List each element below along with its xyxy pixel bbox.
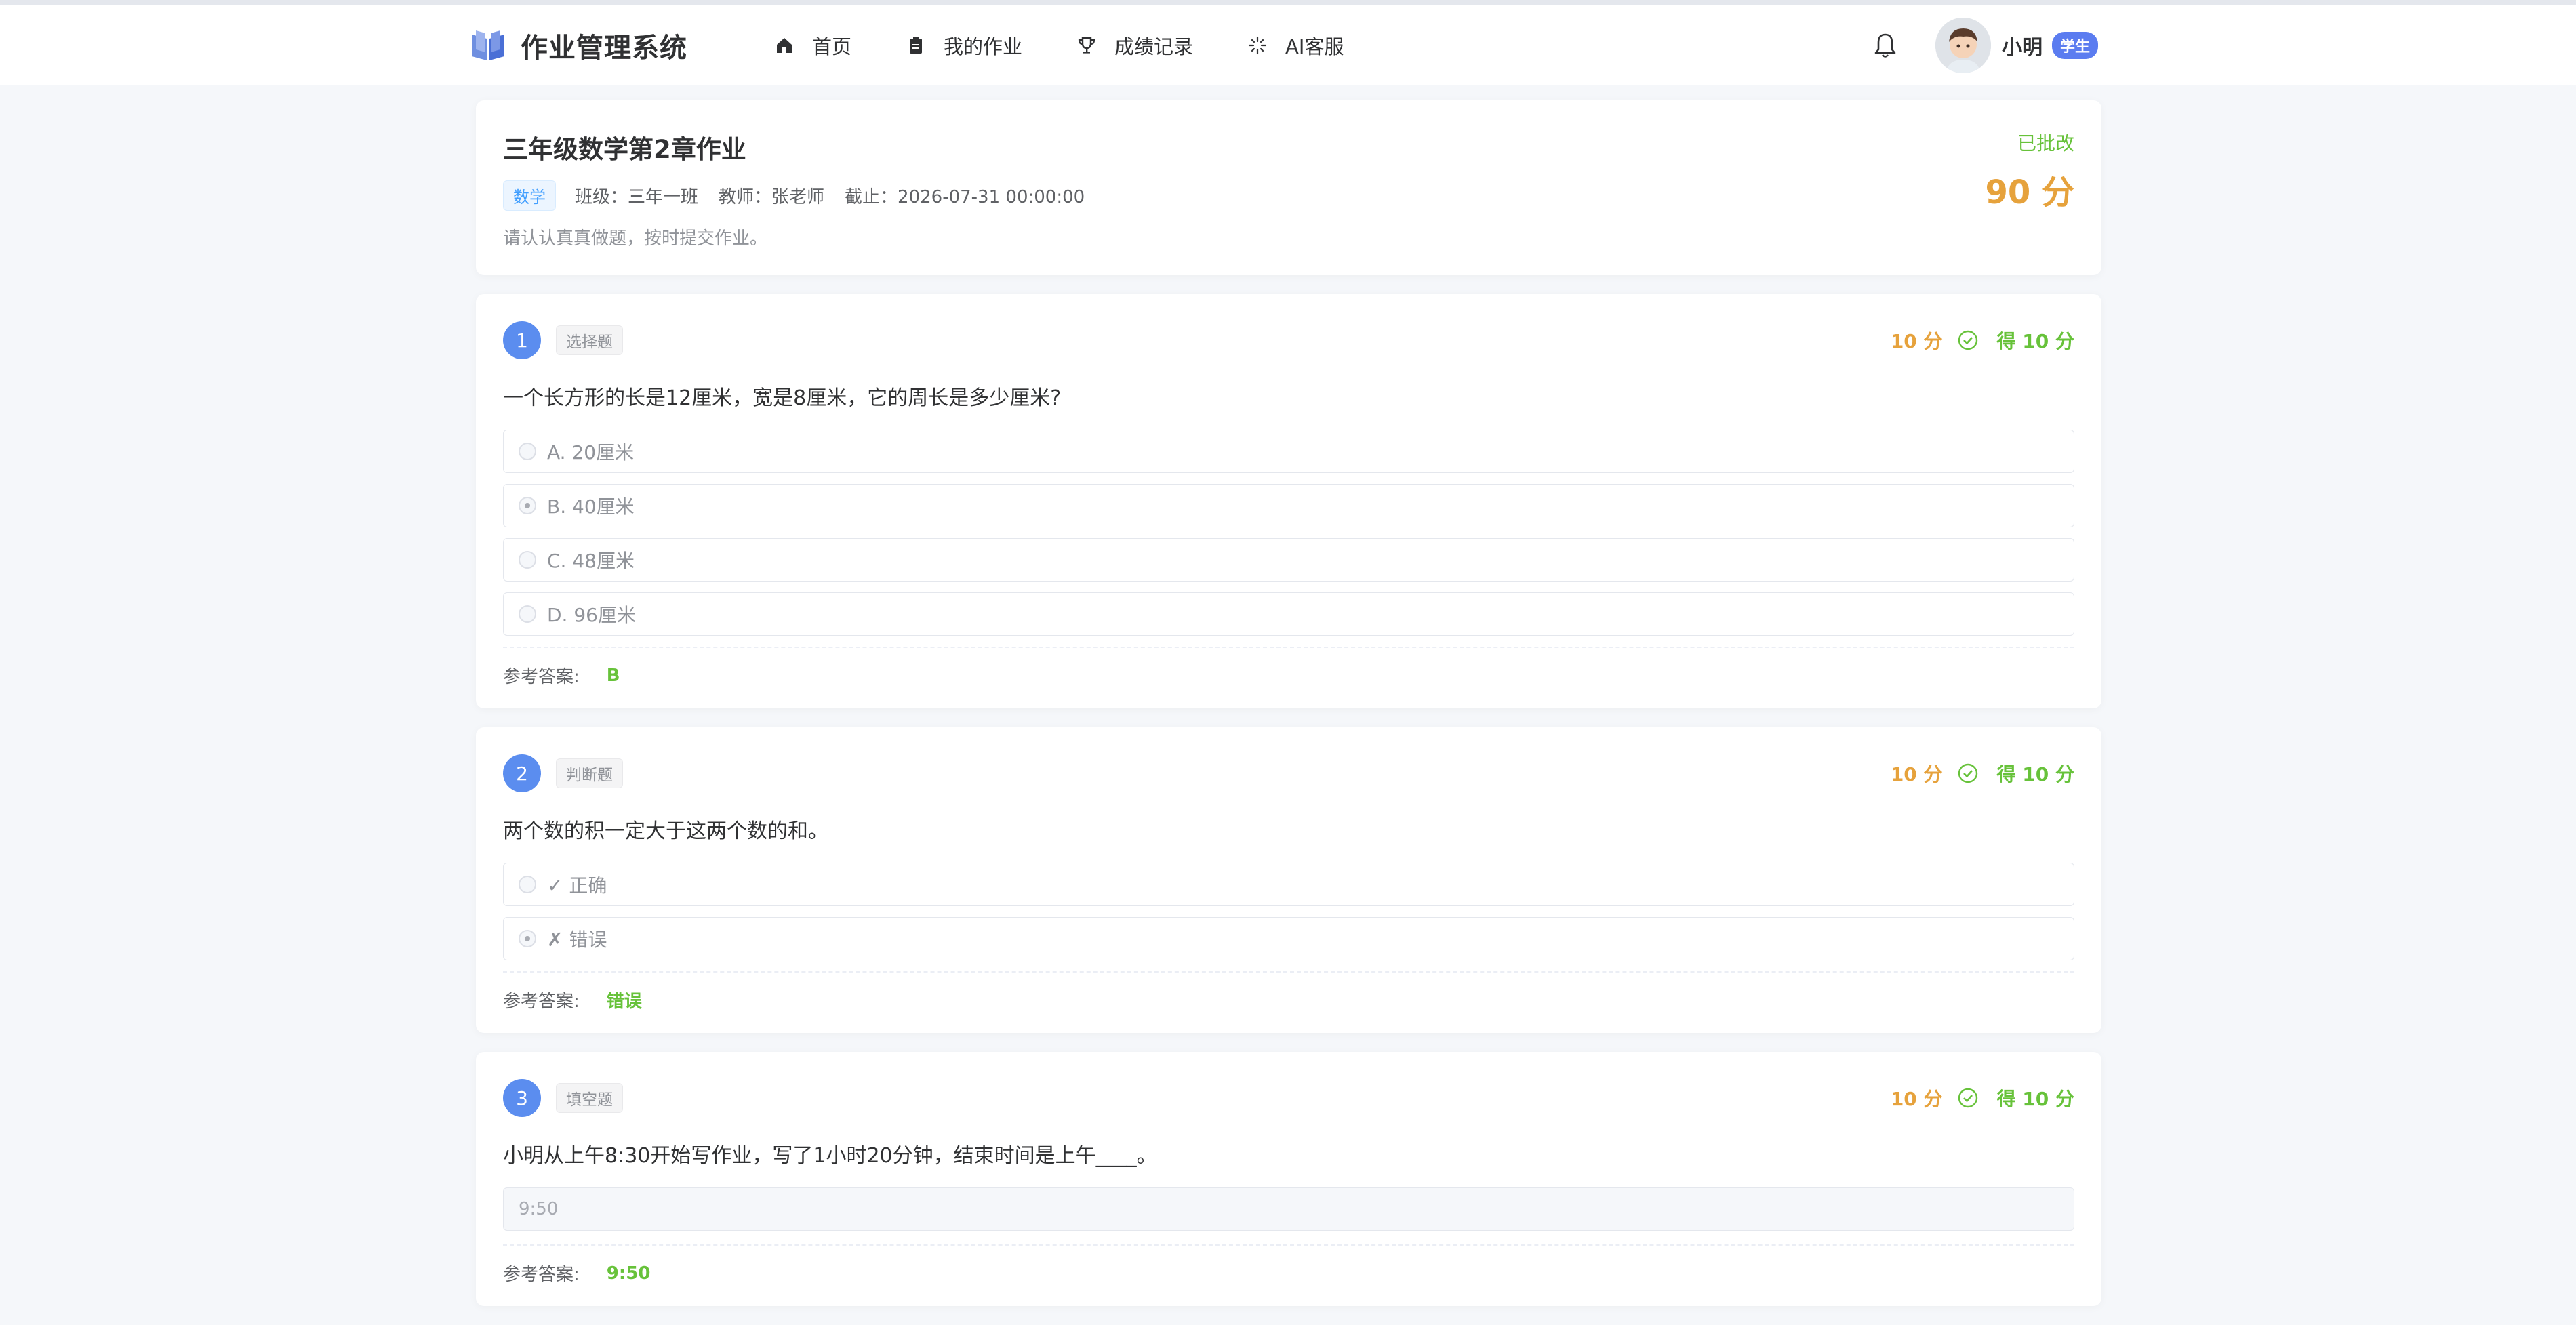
option-label: ✗ 错误 [547, 929, 607, 951]
class-info: 班级：三年一班 [575, 187, 699, 207]
sparkle-icon [1248, 36, 1267, 54]
radio-button[interactable] [519, 876, 536, 893]
teacher-info: 教师：张老师 [719, 187, 825, 207]
trophy-icon [1078, 37, 1095, 54]
top-border [0, 0, 2576, 5]
question-number: 2 [503, 754, 541, 792]
option-label: B. 40厘米 [547, 495, 635, 518]
question-points: 10 分 [1890, 330, 1943, 352]
question-number: 3 [503, 1079, 541, 1117]
reference-answer: 参考答案: B [503, 647, 2074, 688]
option-true[interactable]: ✓ 正确 [503, 863, 2074, 906]
deadline-info: 截止：2026-07-31 00:00:00 [845, 187, 1085, 207]
brand[interactable]: 作业管理系统 [468, 25, 687, 66]
check-circle-icon [1958, 1088, 1977, 1108]
question-text: 两个数的积一定大于这两个数的和。 [503, 819, 828, 843]
reference-answer-value: 错误 [606, 992, 642, 1012]
question-earned: 得 10 分 [1996, 763, 2074, 786]
nav-my-homework-label: 我的作业 [944, 35, 1023, 58]
main-nav: 首页 我的作业 成绩记录 AI客服 [774, 31, 1398, 60]
role-badge: 学生 [2051, 31, 2098, 59]
option-label: C. 48厘米 [547, 550, 635, 572]
reference-answer-label: 参考答案: [503, 992, 580, 1012]
option-false[interactable]: ✗ 错误 [503, 917, 2074, 960]
question-points: 10 分 [1890, 763, 1943, 786]
question-type-tag: 选择题 [556, 325, 623, 355]
option-label: A. 20厘米 [547, 441, 635, 464]
question-type-tag: 填空题 [556, 1083, 623, 1113]
subject-tag: 数学 [503, 180, 556, 211]
homework-header-card: 三年级数学第2章作业 数学 班级：三年一班 教师：张老师 截止：2026-07-… [476, 100, 2101, 275]
reference-answer-value: B [606, 665, 620, 686]
option-d[interactable]: D. 96厘米 [503, 592, 2074, 636]
home-icon [777, 37, 792, 53]
user-name[interactable]: 小明 [2002, 30, 2042, 60]
question-card: 1 选择题 10 分 得 10 分 一个长方形的长是12厘米，宽是8厘米，它的周… [476, 294, 2101, 708]
check-circle-icon [1958, 330, 1977, 350]
nav-grades-label: 成绩记录 [1114, 35, 1194, 58]
question-earned: 得 10 分 [1996, 330, 2074, 352]
option-label: ✓ 正确 [547, 874, 607, 897]
avatar-image [1935, 17, 1991, 73]
option-a[interactable]: A. 20厘米 [503, 430, 2074, 473]
option-b[interactable]: B. 40厘米 [503, 484, 2074, 527]
radio-button[interactable] [519, 551, 536, 569]
radio-button[interactable] [519, 605, 536, 623]
option-c[interactable]: C. 48厘米 [503, 538, 2074, 582]
nav-grades[interactable]: 成绩记录 [1076, 31, 1193, 60]
nav-home[interactable]: 首页 [774, 31, 851, 60]
reference-answer-label: 参考答案: [503, 1265, 580, 1285]
nav-ai-service[interactable]: AI客服 [1247, 31, 1344, 60]
check-circle-icon [1958, 763, 1977, 783]
reference-answer-value: 9:50 [606, 1263, 651, 1284]
question-earned: 得 10 分 [1996, 1088, 2074, 1110]
homework-description: 请认认真真做题，按时提交作业。 [503, 228, 768, 249]
radio-button-selected[interactable] [519, 930, 536, 947]
radio-button-selected[interactable] [519, 497, 536, 514]
homework-meta: 数学 班级：三年一班 教师：张老师 截止：2026-07-31 00:00:00 [503, 180, 2074, 211]
nav-home-label: 首页 [812, 35, 852, 58]
app-title: 作业管理系统 [521, 32, 687, 64]
fill-answer-input[interactable]: 9:50 [503, 1187, 2074, 1231]
question-card: 3 填空题 10 分 得 10 分 小明从上午8:30开始写作业，写了1小时20… [476, 1052, 2101, 1306]
total-score: 90 分 [1985, 174, 2074, 211]
bell-icon[interactable] [1870, 30, 1900, 60]
clipboard-icon [910, 36, 923, 54]
nav-my-homework[interactable]: 我的作业 [906, 31, 1022, 60]
reference-answer-label: 参考答案: [503, 667, 580, 687]
question-card: 2 判断题 10 分 得 10 分 两个数的积一定大于这两个数的和。 ✓ 正确 … [476, 727, 2101, 1033]
reference-answer: 参考答案: 9:50 [503, 1244, 2074, 1286]
grading-status: 已批改 [2017, 132, 2074, 155]
book-logo-icon [472, 30, 504, 60]
navbar: 作业管理系统 首页 我的作业 成绩记录 AI客服 小明 学生 [0, 5, 2576, 85]
question-text: 一个长方形的长是12厘米，宽是8厘米，它的周长是多少厘米? [503, 386, 1062, 410]
question-type-tag: 判断题 [556, 758, 623, 788]
question-text: 小明从上午8:30开始写作业，写了1小时20分钟，结束时间是上午____。 [503, 1144, 1157, 1168]
avatar[interactable] [1935, 17, 1991, 73]
option-label: D. 96厘米 [547, 604, 636, 626]
radio-button[interactable] [519, 443, 536, 460]
nav-ai-service-label: AI客服 [1285, 35, 1344, 58]
homework-title: 三年级数学第2章作业 [503, 135, 746, 164]
question-points: 10 分 [1890, 1088, 1943, 1110]
main-content: 三年级数学第2章作业 数学 班级：三年一班 教师：张老师 截止：2026-07-… [476, 100, 2101, 1325]
reference-answer: 参考答案: 错误 [503, 971, 2074, 1013]
question-number: 1 [503, 321, 541, 359]
